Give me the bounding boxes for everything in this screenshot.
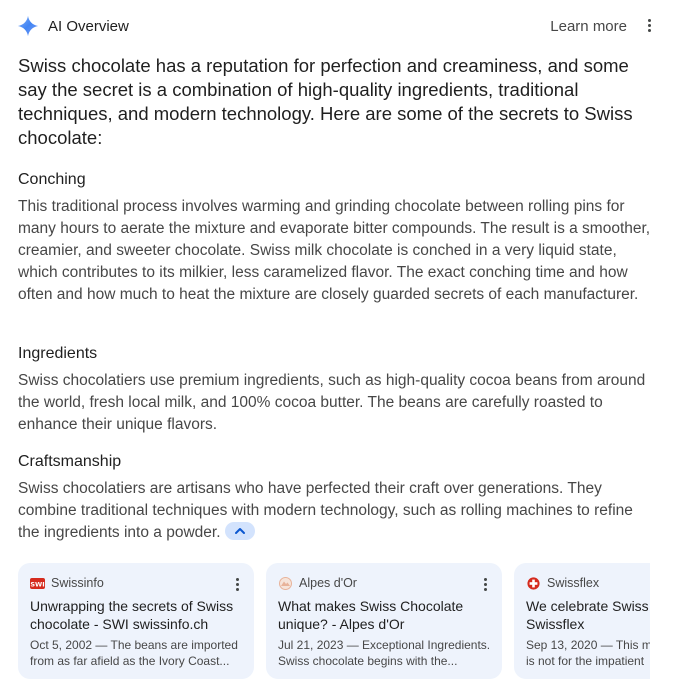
svg-text:SWI: SWI [30,581,44,589]
card-snippet: Sep 13, 2020 — This me is not for the im… [526,637,650,669]
card-source-name: Alpes d'Or [299,576,357,590]
source-card-alpes-dor[interactable]: Alpes d'Or What makes Swiss Chocolate un… [266,563,502,679]
swiss-cross-icon [527,577,540,590]
intro-paragraph: Swiss chocolate has a reputation for per… [18,55,633,148]
card-snippet-line: Swiss chocolate begins with the... [278,654,458,668]
card-title[interactable]: We celebrate Swiss Swissflex [526,597,650,633]
card-title-line: Swissflex [526,616,585,632]
card-snippet-line: Jul 21, 2023 — Exceptional Ingredients. [278,638,491,652]
card-title[interactable]: Unwrapping the secrets of Swiss chocolat… [30,597,248,633]
card-title-line: unique? - Alpes d'Or [278,616,405,632]
swi-logo-icon: SWI [30,578,45,589]
chevron-up-icon [234,527,245,534]
card-title-line: chocolate - SWI swissinfo.ch [30,616,209,632]
more-vert-icon[interactable] [646,19,652,35]
source-card-swissinfo[interactable]: SWI Swissinfo Unwrapping the secrets of … [18,563,254,679]
section-body-ingredients: Swiss chocolatiers use premium ingredien… [18,372,646,433]
card-title-line: What makes Swiss Chocolate [278,598,464,614]
learn-more-link[interactable]: Learn more [550,18,627,35]
section-body-craftsmanship-text: Swiss chocolatiers are artisans who have… [18,480,633,541]
section-title-conching: Conching [18,171,86,188]
collapse-button[interactable] [224,521,255,540]
card-snippet-line: Oct 5, 2002 — The beans are imported [30,638,238,652]
card-snippet-line: from as far afield as the Ivory Coast... [30,654,230,668]
card-snippet: Jul 21, 2023 — Exceptional Ingredients. … [278,637,496,669]
more-vert-icon[interactable] [234,578,240,592]
source-card-swissflex[interactable]: Swissflex We celebrate Swiss Swissflex S… [514,563,650,679]
card-title[interactable]: What makes Swiss Chocolate unique? - Alp… [278,597,496,633]
source-cards: SWI Swissinfo Unwrapping the secrets of … [18,563,650,683]
ai-overview-title: AI Overview [48,18,129,35]
card-source-name: Swissflex [547,576,600,590]
card-snippet-line: Sep 13, 2020 — This me [526,638,650,652]
section-title-ingredients: Ingredients [18,345,98,362]
card-snippet-line: is not for the impatient [526,654,645,668]
ai-overview-header: AI Overview Learn more [17,14,655,40]
section-body-conching: This traditional process involves warmin… [18,198,651,303]
card-source-name: Swissinfo [51,576,104,590]
section-title-craftsmanship: Craftsmanship [18,453,122,470]
alpes-dor-logo-icon [279,577,292,590]
card-title-line: We celebrate Swiss [526,598,649,614]
card-title-line: Unwrapping the secrets of Swiss [30,598,234,614]
card-snippet: Oct 5, 2002 — The beans are imported fro… [30,637,248,669]
sparkle-icon [17,15,39,37]
more-vert-icon[interactable] [482,578,488,592]
section-body-craftsmanship: Swiss chocolatiers are artisans who have… [18,478,654,544]
